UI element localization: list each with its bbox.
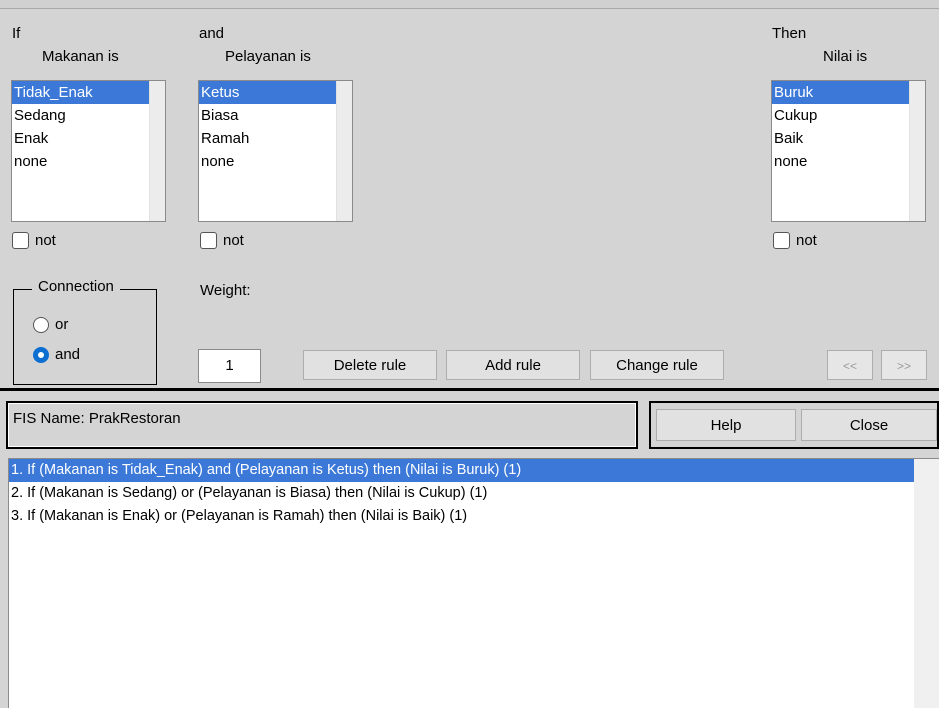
list-item-none[interactable]: none (12, 150, 149, 173)
add-rule-button[interactable]: Add rule (446, 350, 580, 380)
weight-input[interactable]: 1 (198, 349, 261, 383)
connection-or-radio[interactable]: or (33, 316, 68, 333)
if-header: If (12, 25, 21, 42)
rule-item-3[interactable]: 3. If (Makanan is Enak) or (Pelayanan is… (9, 505, 939, 528)
and-header: and (199, 25, 225, 42)
and-not-checkbox[interactable]: not (200, 232, 244, 249)
radio-label: and (55, 346, 81, 363)
then-header: Then (772, 25, 807, 42)
checkbox-label: not (223, 232, 244, 249)
list-item-tidak-enak[interactable]: Tidak_Enak (12, 81, 149, 104)
checkbox-box[interactable] (773, 232, 790, 249)
checkbox-box[interactable] (12, 232, 29, 249)
and-membership-list[interactable]: Ketus Biasa Ramah none (198, 80, 353, 222)
list-scrollbar[interactable] (909, 81, 925, 221)
list-scrollbar[interactable] (336, 81, 352, 221)
change-rule-button[interactable]: Change rule (590, 350, 724, 380)
if-membership-list[interactable]: Tidak_Enak Sedang Enak none (11, 80, 166, 222)
radio-dot[interactable] (33, 346, 49, 363)
if-not-checkbox[interactable]: not (12, 232, 56, 249)
list-item-sedang[interactable]: Sedang (12, 104, 149, 127)
window-top-edge (0, 0, 939, 9)
status-bar: FIS Name: PrakRestoran (6, 401, 638, 449)
list-item-cukup[interactable]: Cukup (772, 104, 909, 127)
list-item-biasa[interactable]: Biasa (199, 104, 336, 127)
radio-label: or (55, 316, 69, 333)
if-variable-label: Makanan is (42, 48, 119, 65)
checkbox-box[interactable] (200, 232, 217, 249)
and-variable-label: Pelayanan is (225, 48, 311, 65)
delete-rule-button[interactable]: Delete rule (303, 350, 437, 380)
list-item-none[interactable]: none (199, 150, 336, 173)
connection-group (13, 289, 157, 385)
rule-list[interactable]: 1. If (Makanan is Tidak_Enak) and (Pelay… (8, 458, 939, 708)
rule-item-1[interactable]: 1. If (Makanan is Tidak_Enak) and (Pelay… (9, 459, 914, 482)
checkbox-label: not (796, 232, 817, 249)
list-item-baik[interactable]: Baik (772, 127, 909, 150)
rule-list-scrollbar[interactable] (914, 459, 939, 708)
radio-dot[interactable] (33, 316, 49, 333)
list-scrollbar[interactable] (149, 81, 165, 221)
list-item-buruk[interactable]: Buruk (772, 81, 909, 104)
list-item-none[interactable]: none (772, 150, 909, 173)
connection-title: Connection (32, 278, 120, 295)
then-not-checkbox[interactable]: not (773, 232, 817, 249)
section-divider (0, 388, 939, 391)
next-rule-button[interactable]: >> (881, 350, 927, 380)
list-item-ketus[interactable]: Ketus (199, 81, 336, 104)
close-button[interactable]: Close (801, 409, 937, 441)
fis-name-text: FIS Name: PrakRestoran (8, 403, 636, 447)
checkbox-label: not (35, 232, 56, 249)
help-button[interactable]: Help (656, 409, 796, 441)
list-item-ramah[interactable]: Ramah (199, 127, 336, 150)
connection-and-radio[interactable]: and (33, 346, 80, 363)
list-item-enak[interactable]: Enak (12, 127, 149, 150)
then-membership-list[interactable]: Buruk Cukup Baik none (771, 80, 926, 222)
rule-item-2[interactable]: 2. If (Makanan is Sedang) or (Pelayanan … (9, 482, 939, 505)
weight-label: Weight: (200, 282, 251, 299)
then-variable-label: Nilai is (823, 48, 868, 65)
previous-rule-button[interactable]: << (827, 350, 873, 380)
